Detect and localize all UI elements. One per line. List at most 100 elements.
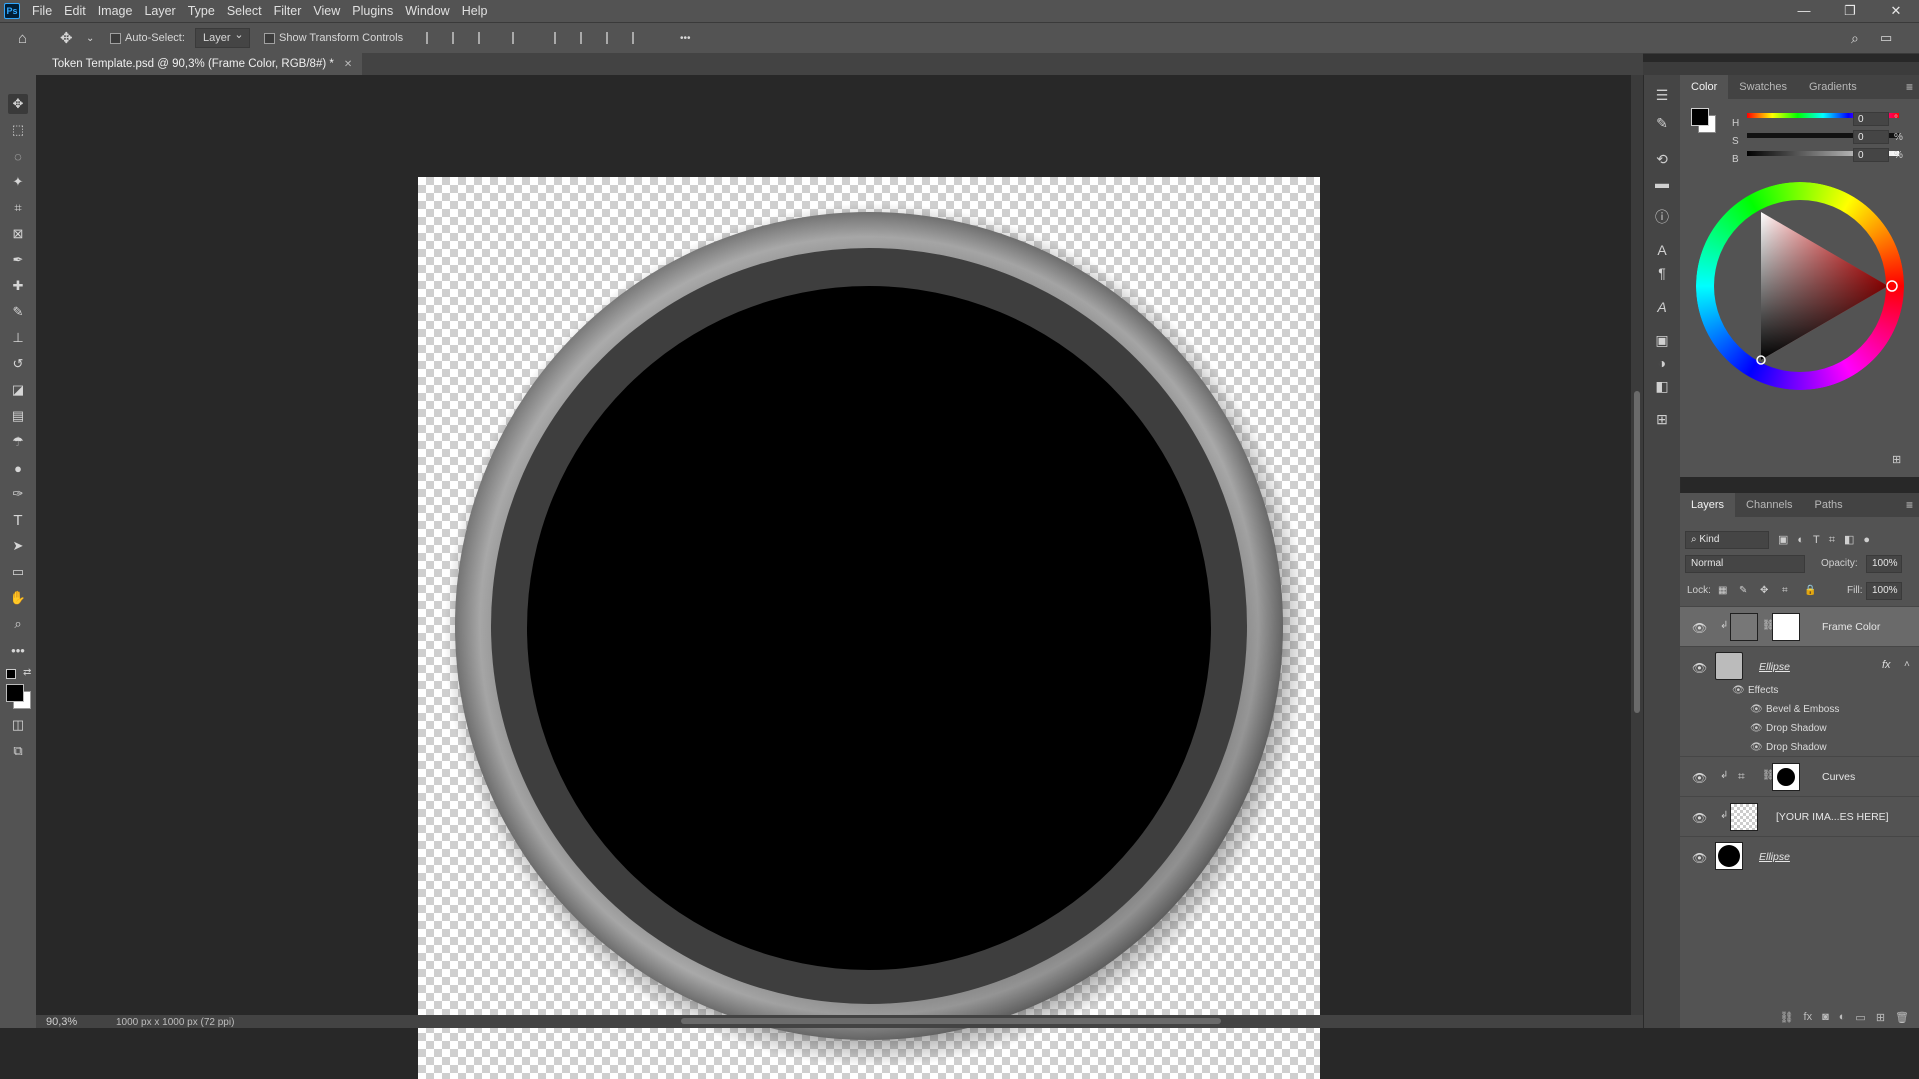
collapse-effects-icon[interactable]: ˄ — [1904, 659, 1910, 670]
tab-channels[interactable]: Channels — [1735, 493, 1803, 517]
lock-pixels-icon[interactable]: ✎ — [1739, 585, 1747, 596]
hue-value[interactable]: 0 — [1853, 112, 1889, 126]
canvas-area[interactable] — [36, 75, 1631, 1079]
shape-thumbnail[interactable] — [1715, 652, 1743, 680]
glyphs-icon[interactable]: A — [1652, 297, 1672, 317]
zoom-tool-icon[interactable]: ⌕ — [8, 614, 28, 634]
menu-view[interactable]: View — [307, 0, 346, 22]
layer-name[interactable]: [YOUR IMA...ES HERE] — [1776, 811, 1889, 823]
panel-menu-icon[interactable]: ≡ — [1906, 498, 1913, 512]
gradient-tool-icon[interactable]: ▤ — [8, 406, 28, 426]
move-tool-icon[interactable]: ✥ — [8, 94, 28, 114]
eraser-tool-icon[interactable]: ◪ — [8, 380, 28, 400]
lock-transparency-icon[interactable]: ▦ — [1718, 585, 1727, 596]
saturation-value[interactable]: 0 — [1853, 130, 1889, 144]
panel-collapse-bar[interactable] — [1643, 62, 1919, 75]
search-icon[interactable]: ⌕ — [1851, 23, 1859, 53]
type-tool-icon[interactable]: T — [8, 510, 28, 530]
layer-name[interactable]: Curves — [1822, 771, 1855, 783]
align-right-icon[interactable] — [478, 32, 492, 44]
layer-name[interactable]: Ellipse — [1759, 851, 1790, 863]
align-bottom-icon[interactable] — [606, 32, 620, 44]
info-icon[interactable]: ⓘ — [1652, 207, 1672, 227]
layer-row-ellipse-effects[interactable]: 👁 Ellipse fx ˄ 👁 Effects 👁 Bevel & Embos… — [1680, 646, 1919, 757]
add-style-icon[interactable]: fx — [1804, 1011, 1813, 1023]
hand-tool-icon[interactable]: ✋ — [8, 588, 28, 608]
new-group-icon[interactable]: ▭ — [1855, 1011, 1865, 1024]
pen-tool-icon[interactable]: ✑ — [8, 484, 28, 504]
checkbox-box[interactable] — [264, 32, 275, 44]
layer-name[interactable]: Ellipse — [1759, 661, 1790, 673]
comments-icon[interactable]: ▬ — [1652, 173, 1672, 193]
visibility-eye-icon[interactable]: 👁 — [1692, 771, 1707, 785]
effects-label[interactable]: Effects — [1748, 685, 1778, 696]
visibility-eye-icon[interactable]: 👁 — [1692, 851, 1707, 865]
new-layer-icon[interactable]: ⊞ — [1876, 1011, 1885, 1024]
tool-preset-chevron-icon[interactable]: ⌄ — [86, 23, 94, 53]
menu-image[interactable]: Image — [92, 0, 139, 22]
layer-thumbnail[interactable] — [1730, 803, 1758, 831]
mask-thumbnail[interactable] — [1772, 763, 1800, 791]
lock-artboard-icon[interactable]: ⌗ — [1782, 585, 1788, 596]
smudge-tool-icon[interactable]: ☂ — [8, 432, 28, 452]
curves-adjustment-icon[interactable]: ⌗ — [1738, 769, 1745, 784]
align-top-icon[interactable] — [554, 32, 568, 44]
document-canvas[interactable] — [418, 177, 1320, 1079]
paragraph-icon[interactable]: ¶ — [1652, 263, 1672, 283]
layer-row-image-placeholder[interactable]: 👁 ↲ [YOUR IMA...ES HERE] — [1680, 796, 1919, 837]
swap-colors-icon[interactable]: ⇄ — [23, 667, 31, 678]
opacity-input[interactable]: 100% — [1866, 555, 1902, 573]
menu-filter[interactable]: Filter — [268, 0, 308, 22]
visibility-eye-icon[interactable]: 👁 — [1692, 621, 1707, 635]
close-window-button[interactable]: ✕ — [1873, 0, 1919, 22]
foreground-color-swatch[interactable] — [6, 684, 24, 702]
distribute-icon[interactable] — [512, 32, 526, 44]
edit-toolbar-icon[interactable]: ••• — [8, 640, 28, 660]
align-middle-icon[interactable] — [580, 32, 594, 44]
menu-type[interactable]: Type — [182, 0, 221, 22]
menu-help[interactable]: Help — [456, 0, 494, 22]
link-layers-icon[interactable]: ⛓ — [1780, 1011, 1794, 1024]
auto-select-checkbox[interactable]: Auto-Select: — [110, 23, 185, 53]
quick-mask-icon[interactable]: ◫ — [8, 715, 28, 735]
magic-wand-icon[interactable]: ✦ — [8, 172, 28, 192]
filter-kind-dropdown[interactable]: ⌕ Kind — [1685, 531, 1769, 549]
menu-file[interactable]: File — [26, 0, 58, 22]
delete-layer-icon[interactable]: 🗑 — [1895, 1011, 1909, 1024]
adjustments-icon[interactable]: ◑ — [1652, 353, 1672, 373]
document-tab[interactable]: Token Template.psd @ 90,3% (Frame Color,… — [36, 53, 363, 75]
more-options-button[interactable]: ••• — [680, 23, 691, 53]
table-icon[interactable]: ⊞ — [1652, 409, 1672, 429]
checkbox-box[interactable] — [110, 32, 121, 44]
tab-paths[interactable]: Paths — [1804, 493, 1854, 517]
color-wheel[interactable] — [1696, 182, 1904, 390]
align-center-icon[interactable] — [452, 32, 466, 44]
effect-eye-icon[interactable]: 👁 — [1750, 723, 1763, 734]
eyedropper-icon[interactable]: ✒ — [8, 250, 28, 270]
distribute-vertical-icon[interactable] — [632, 32, 646, 44]
history-icon[interactable]: ⟲ — [1652, 149, 1672, 169]
layer-row-curves[interactable]: 👁 ↲ ⌗ ⛓ Curves — [1680, 756, 1919, 797]
home-icon[interactable]: ⌂ — [18, 23, 27, 53]
fill-input[interactable]: 100% — [1866, 582, 1902, 600]
effect-drop-shadow[interactable]: Drop Shadow — [1766, 742, 1827, 753]
move-tool-icon[interactable]: ✥ — [60, 23, 73, 53]
stamp-tool-icon[interactable]: ⊥ — [8, 328, 28, 348]
tab-swatches[interactable]: Swatches — [1728, 75, 1798, 99]
layer-row-ellipse[interactable]: 👁 Ellipse — [1680, 836, 1919, 877]
marquee-tool-icon[interactable]: ⬚ — [8, 120, 28, 140]
fx-icon[interactable]: fx — [1882, 659, 1891, 671]
brush-settings-icon[interactable]: ✎ — [1652, 113, 1672, 133]
effect-eye-icon[interactable]: 👁 — [1750, 742, 1763, 753]
panel-menu-icon[interactable]: ≡ — [1906, 80, 1913, 94]
menu-select[interactable]: Select — [221, 0, 268, 22]
history-brush-icon[interactable]: ↺ — [8, 354, 28, 374]
default-colors-icon[interactable] — [6, 669, 16, 679]
new-adjustment-icon[interactable]: ◐ — [1839, 1011, 1846, 1023]
tab-layers[interactable]: Layers — [1680, 493, 1736, 517]
properties-icon[interactable]: ☰ — [1652, 85, 1672, 105]
mask-thumbnail[interactable] — [1772, 613, 1800, 641]
character-icon[interactable]: A — [1652, 240, 1672, 260]
tab-gradients[interactable]: Gradients — [1798, 75, 1868, 99]
close-tab-icon[interactable]: ✕ — [344, 59, 352, 70]
